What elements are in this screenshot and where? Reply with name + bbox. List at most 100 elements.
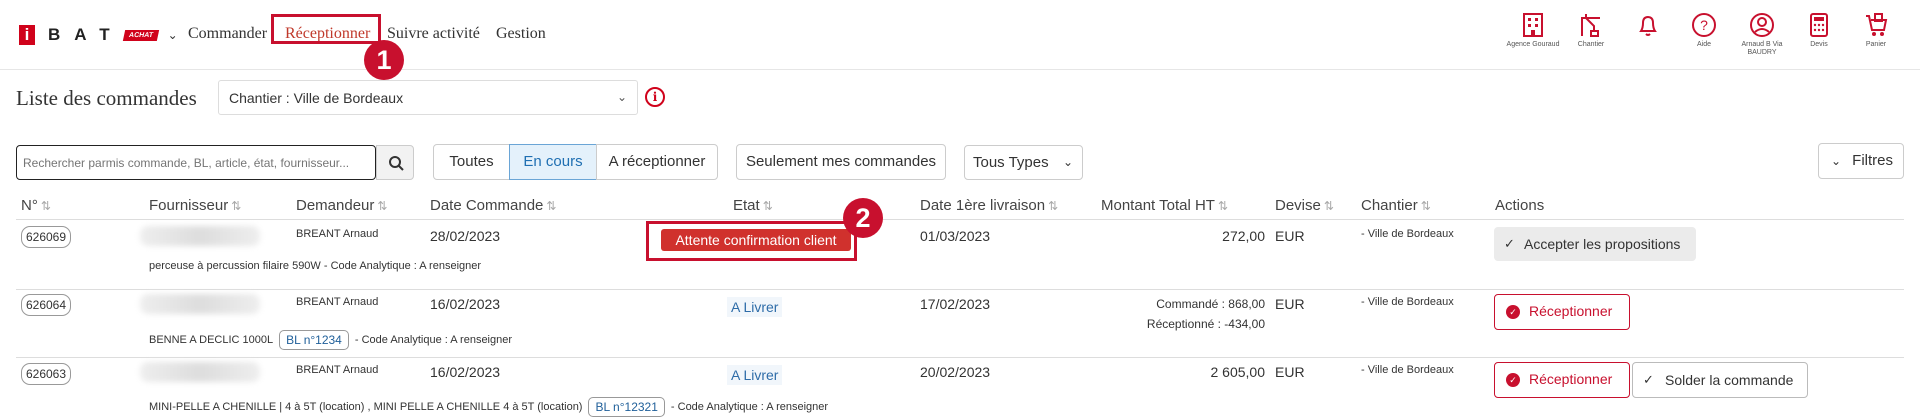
supplier-blurred [140, 294, 260, 314]
col-actions: Actions [1495, 197, 1545, 214]
check-icon: ✓ [1504, 236, 1515, 251]
devise: EUR [1275, 364, 1305, 380]
chevron-down-icon: ⌄ [616, 90, 627, 104]
svg-text:?: ? [1700, 17, 1708, 33]
header-divider [16, 219, 1904, 220]
devise: EUR [1275, 296, 1305, 312]
demandeur: BREANT Arnaud [296, 364, 379, 376]
page-title: Liste des commandes [16, 86, 197, 110]
filters-button[interactable]: ⌄ Filtres [1818, 143, 1904, 179]
row-description: perceuse à percussion filaire 590W - Cod… [149, 260, 482, 272]
highlight-receptionner [271, 14, 381, 44]
check-circle-icon: ✓ [1506, 305, 1520, 319]
col-num-label: N° [21, 197, 38, 214]
col-etat-label: Etat [733, 197, 760, 214]
col-num[interactable]: N° ⇅ [21, 197, 51, 214]
sort-icon: ⇅ [1048, 199, 1059, 213]
solder-commande-label: Solder la commande [1665, 372, 1794, 388]
search-button[interactable] [376, 145, 414, 180]
col-date-livraison[interactable]: Date 1ère livraison ⇅ [920, 197, 1058, 214]
sort-icon: ⇅ [231, 199, 242, 213]
col-devise[interactable]: Devise ⇅ [1275, 197, 1334, 214]
col-chantier-label: Chantier [1361, 197, 1418, 214]
nav-gestion[interactable]: Gestion [496, 25, 546, 43]
segment-toutes[interactable]: Toutes [433, 144, 510, 180]
receptionner-button[interactable]: ✓ Réceptionner [1494, 294, 1630, 330]
receptionner-button[interactable]: ✓ Réceptionner [1494, 362, 1630, 398]
col-montant[interactable]: Montant Total HT ⇅ [1101, 197, 1228, 214]
status-badge: A Livrer [727, 297, 783, 317]
accept-proposals-label: Accepter les propositions [1524, 236, 1681, 252]
row-divider [16, 289, 1904, 290]
sort-icon: ⇅ [40, 199, 51, 213]
row-description: MINI-PELLE A CHENILLE | 4 à 5T (location… [149, 397, 828, 417]
search-icon [389, 156, 404, 171]
help-button[interactable]: ? Aide [1674, 12, 1734, 49]
cart-label: Panier [1865, 41, 1887, 48]
step-badge-1: 1 [364, 40, 404, 80]
sort-icon: ⇅ [377, 199, 388, 213]
check-circle-icon: ✓ [1506, 373, 1520, 387]
ibat-logo[interactable]: i BAT ACHAT ⌄ [19, 24, 178, 46]
nav-commander[interactable]: Commander [188, 25, 267, 43]
notifications-button[interactable] [1618, 12, 1678, 38]
sort-icon: ⇅ [1217, 199, 1229, 213]
col-etat[interactable]: Etat ⇅ [733, 197, 773, 214]
bl-badge[interactable]: BL n°12321 [588, 397, 665, 417]
col-fournisseur-label: Fournisseur [149, 197, 229, 214]
chevron-down-icon[interactable]: ⌄ [168, 28, 178, 42]
sort-icon: ⇅ [1323, 199, 1334, 213]
supplier-blurred [140, 362, 260, 382]
cart-icon [1866, 13, 1888, 36]
devis-button[interactable]: Devis [1789, 12, 1849, 49]
logo-letters: BAT [48, 25, 124, 44]
row-description: BENNE A DECLIC 1000L BL n°1234 - Code An… [149, 330, 512, 350]
col-chantier[interactable]: Chantier ⇅ [1361, 197, 1431, 214]
chantier-label: Chantier [1577, 41, 1605, 48]
step-badge-2: 2 [843, 198, 883, 238]
date-livraison: 20/02/2023 [920, 364, 991, 380]
segment-a-receptionner[interactable]: A réceptionner [596, 144, 718, 180]
col-montant-label: Montant Total HT [1101, 197, 1215, 214]
order-number[interactable]: 626069 [21, 226, 71, 248]
date-commande: 16/02/2023 [430, 296, 501, 312]
info-icon[interactable]: i [645, 87, 665, 107]
chantier: - Ville de Bordeaux [1361, 228, 1454, 240]
search-input[interactable] [16, 145, 376, 180]
order-number[interactable]: 626064 [21, 294, 71, 316]
accept-proposals-button[interactable]: ✓ Accepter les propositions [1494, 227, 1696, 261]
desc-left: MINI-PELLE A CHENILLE | 4 à 5T (location… [149, 401, 583, 413]
receptionner-label: Réceptionner [1529, 303, 1613, 319]
chantier-select[interactable]: Chantier : Ville de Bordeaux ⌄ [218, 80, 638, 115]
chantier-button[interactable]: Chantier [1561, 12, 1621, 49]
chantier-select-value: Chantier : Ville de Bordeaux [229, 90, 404, 106]
bell-icon [1639, 15, 1657, 36]
nav-suivre-activite[interactable]: Suivre activité [387, 25, 480, 43]
type-select[interactable]: Tous Types ⌄ [964, 145, 1083, 180]
col-fournisseur[interactable]: Fournisseur ⇅ [149, 197, 241, 214]
devis-label: Devis [1810, 41, 1828, 48]
segment-en-cours[interactable]: En cours [509, 144, 597, 180]
col-devise-label: Devise [1275, 197, 1321, 214]
row-divider [16, 357, 1904, 358]
solder-commande-button[interactable]: ✓ Solder la commande [1632, 362, 1808, 398]
devise: EUR [1275, 228, 1305, 244]
desc-right: - Code Analytique : A renseigner [354, 334, 513, 346]
user-icon [1750, 13, 1774, 37]
order-number[interactable]: 626063 [21, 363, 71, 385]
chevron-down-icon: ⌄ [1831, 154, 1842, 168]
highlight-status [646, 221, 857, 261]
montant: 272,00 [1222, 228, 1265, 244]
cart-button[interactable]: Panier [1846, 12, 1906, 49]
col-date-commande-label: Date Commande [430, 197, 544, 214]
mine-only-button[interactable]: Seulement mes commandes [736, 144, 946, 180]
date-commande: 16/02/2023 [430, 364, 501, 380]
col-demandeur[interactable]: Demandeur ⇅ [296, 197, 387, 214]
desc-right: - Code Analytique : A renseigner [670, 401, 829, 413]
col-date-commande[interactable]: Date Commande ⇅ [430, 197, 556, 214]
agence-button[interactable]: Agence Gouraud [1503, 12, 1563, 49]
bl-badge[interactable]: BL n°1234 [279, 330, 349, 350]
chevron-down-icon: ⌄ [1062, 155, 1073, 169]
montant: 2 605,00 [1210, 364, 1266, 380]
user-button[interactable]: Arnaud B Via BAUDRY [1732, 12, 1792, 57]
